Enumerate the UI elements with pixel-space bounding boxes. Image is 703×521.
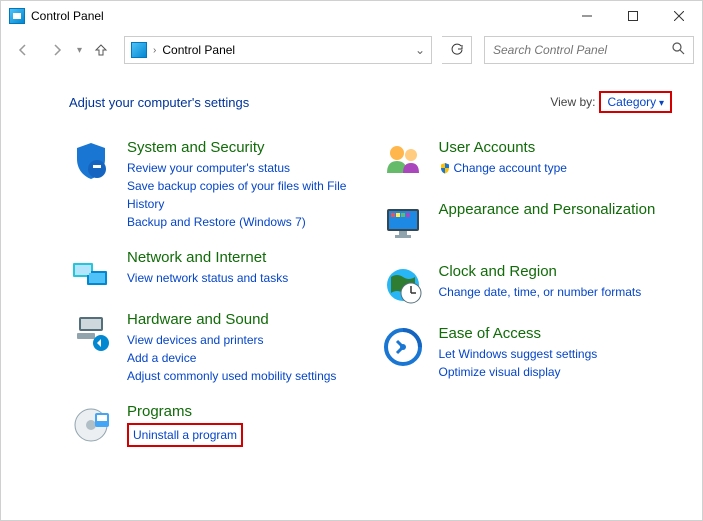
- viewby-label: View by:: [550, 95, 595, 109]
- link-view-network-status-and-tasks[interactable]: View network status and tasks: [127, 269, 361, 287]
- minimize-button[interactable]: [564, 1, 610, 31]
- link-add-a-device[interactable]: Add a device: [127, 349, 361, 367]
- location-icon: [131, 42, 147, 58]
- forward-button[interactable]: [43, 36, 71, 64]
- link-view-devices-and-printers[interactable]: View devices and printers: [127, 331, 361, 349]
- category-programs[interactable]: Programs: [127, 403, 361, 421]
- link-change-date-time-or-number-formats[interactable]: Change date, time, or number formats: [439, 283, 673, 301]
- link-change-account-type[interactable]: Change account type: [439, 159, 673, 177]
- search-box[interactable]: [484, 36, 694, 64]
- category-system-and-security[interactable]: System and Security: [127, 139, 361, 157]
- link-optimize-visual-display[interactable]: Optimize visual display: [439, 363, 673, 381]
- system-and-security-icon[interactable]: [69, 139, 113, 183]
- appearance-and-personalization-icon[interactable]: [381, 201, 425, 245]
- refresh-button[interactable]: [442, 36, 472, 64]
- category-clock-and-region[interactable]: Clock and Region: [439, 263, 673, 281]
- programs-icon[interactable]: [69, 403, 113, 447]
- category-ease-of-access[interactable]: Ease of Access: [439, 325, 673, 343]
- search-input[interactable]: [493, 43, 672, 57]
- network-and-internet-icon[interactable]: [69, 249, 113, 293]
- link-adjust-commonly-used-mobility-settings[interactable]: Adjust commonly used mobility settings: [127, 367, 361, 385]
- page-title: Adjust your computer's settings: [69, 95, 550, 110]
- clock-and-region-icon[interactable]: [381, 263, 425, 307]
- back-button[interactable]: [9, 36, 37, 64]
- category-appearance-and-personalization[interactable]: Appearance and Personalization: [439, 201, 673, 219]
- chevron-down-icon[interactable]: ⌄: [415, 43, 425, 57]
- category-user-accounts[interactable]: User Accounts: [439, 139, 673, 157]
- hardware-and-sound-icon[interactable]: [69, 311, 113, 355]
- window-title: Control Panel: [31, 9, 564, 23]
- control-panel-icon: [9, 8, 25, 24]
- category-network-and-internet[interactable]: Network and Internet: [127, 249, 361, 267]
- address-bar[interactable]: › Control Panel ⌄: [124, 36, 432, 64]
- category-hardware-and-sound[interactable]: Hardware and Sound: [127, 311, 361, 329]
- link-let-windows-suggest-settings[interactable]: Let Windows suggest settings: [439, 345, 673, 363]
- chevron-right-icon: ›: [153, 45, 156, 56]
- search-icon[interactable]: [672, 42, 685, 58]
- close-button[interactable]: [656, 1, 702, 31]
- up-button[interactable]: [88, 37, 114, 63]
- link-backup-and-restore-windows-7[interactable]: Backup and Restore (Windows 7): [127, 213, 361, 231]
- link-review-your-computer-s-status[interactable]: Review your computer's status: [127, 159, 361, 177]
- history-dropdown-icon[interactable]: ▾: [77, 45, 82, 56]
- breadcrumb-location[interactable]: Control Panel: [162, 43, 409, 57]
- maximize-button[interactable]: [610, 1, 656, 31]
- ease-of-access-icon[interactable]: [381, 325, 425, 369]
- link-save-backup-copies-of-your-files-with-file-history[interactable]: Save backup copies of your files with Fi…: [127, 177, 361, 213]
- link-uninstall-a-program[interactable]: Uninstall a program: [133, 426, 237, 444]
- viewby-select[interactable]: Category: [599, 91, 672, 113]
- user-accounts-icon[interactable]: [381, 139, 425, 183]
